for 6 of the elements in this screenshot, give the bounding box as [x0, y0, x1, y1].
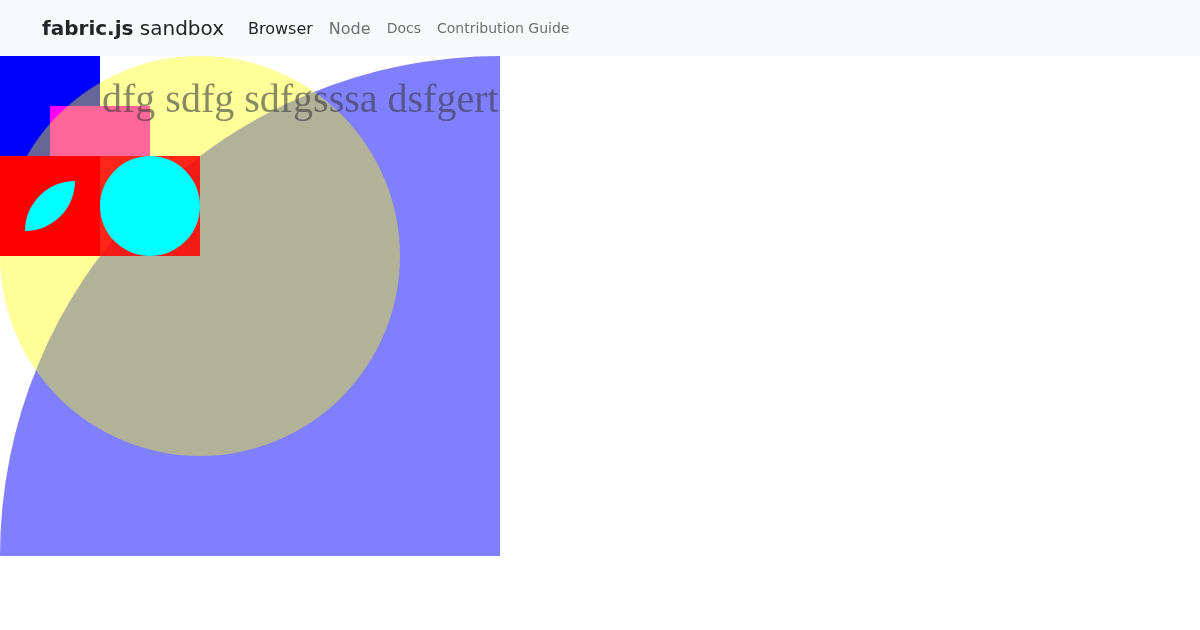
nav-link[interactable]: Browser: [248, 18, 313, 38]
nav-link[interactable]: Node: [328, 18, 371, 38]
leaf-shape: [25, 181, 75, 231]
brand-link[interactable]: fabric.js sandbox: [42, 16, 224, 40]
nav-link[interactable]: Docs: [386, 20, 421, 36]
nav-link[interactable]: Contribution Guide: [436, 20, 570, 36]
